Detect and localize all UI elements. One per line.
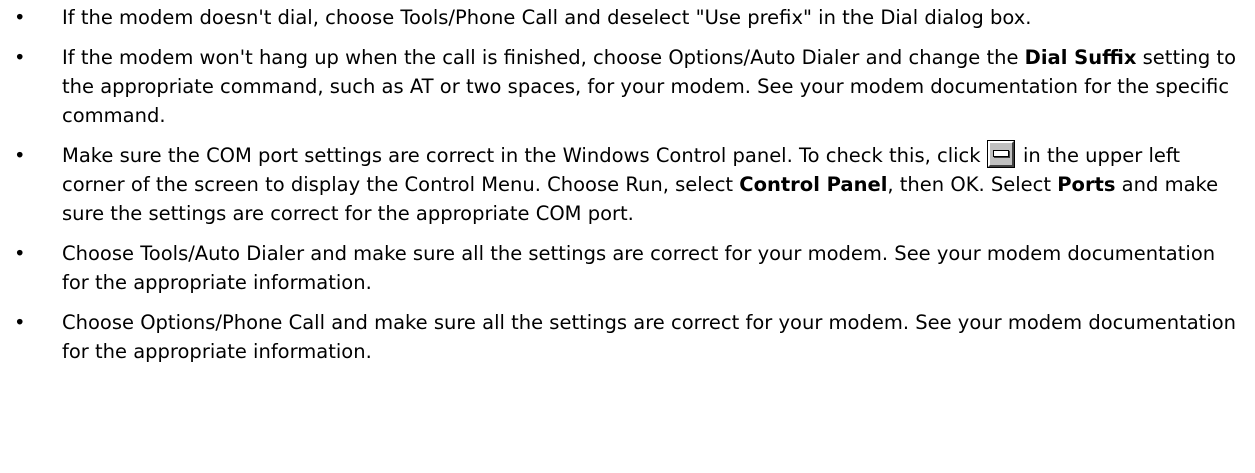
tip-text: If the modem doesn't dial, choose Tools/… bbox=[62, 6, 1032, 29]
bullet: • bbox=[14, 311, 26, 334]
troubleshooting-list: • If the modem doesn't dial, choose Tool… bbox=[14, 3, 1244, 377]
bullet: • bbox=[14, 6, 26, 29]
control-menu-icon bbox=[986, 140, 1015, 168]
bullet: • bbox=[14, 46, 26, 69]
tip-text: , then OK. Select bbox=[887, 173, 1058, 196]
tip-text: If the modem won't hang up when the call… bbox=[62, 46, 1025, 69]
bullet: • bbox=[14, 242, 26, 265]
tip-text: Make sure the COM port settings are corr… bbox=[62, 144, 987, 167]
tip-text: Choose Options/Phone Call and make sure … bbox=[62, 311, 1237, 363]
list-item: • If the modem won't hang up when the ca… bbox=[14, 43, 1244, 130]
help-page: • If the modem doesn't dial, choose Tool… bbox=[0, 0, 1255, 473]
list-item: • If the modem doesn't dial, choose Tool… bbox=[14, 3, 1244, 32]
list-item: • Choose Tools/Auto Dialer and make sure… bbox=[14, 239, 1244, 297]
tip-text: Choose Tools/Auto Dialer and make sure a… bbox=[62, 242, 1216, 294]
setting-name: Control Panel bbox=[739, 173, 888, 196]
list-item: • Choose Options/Phone Call and make sur… bbox=[14, 308, 1244, 366]
list-item: • Make sure the COM port settings are co… bbox=[14, 140, 1244, 228]
setting-name: Ports bbox=[1057, 173, 1116, 196]
bullet: • bbox=[14, 144, 26, 167]
setting-name: Dial Suffix bbox=[1024, 46, 1137, 69]
